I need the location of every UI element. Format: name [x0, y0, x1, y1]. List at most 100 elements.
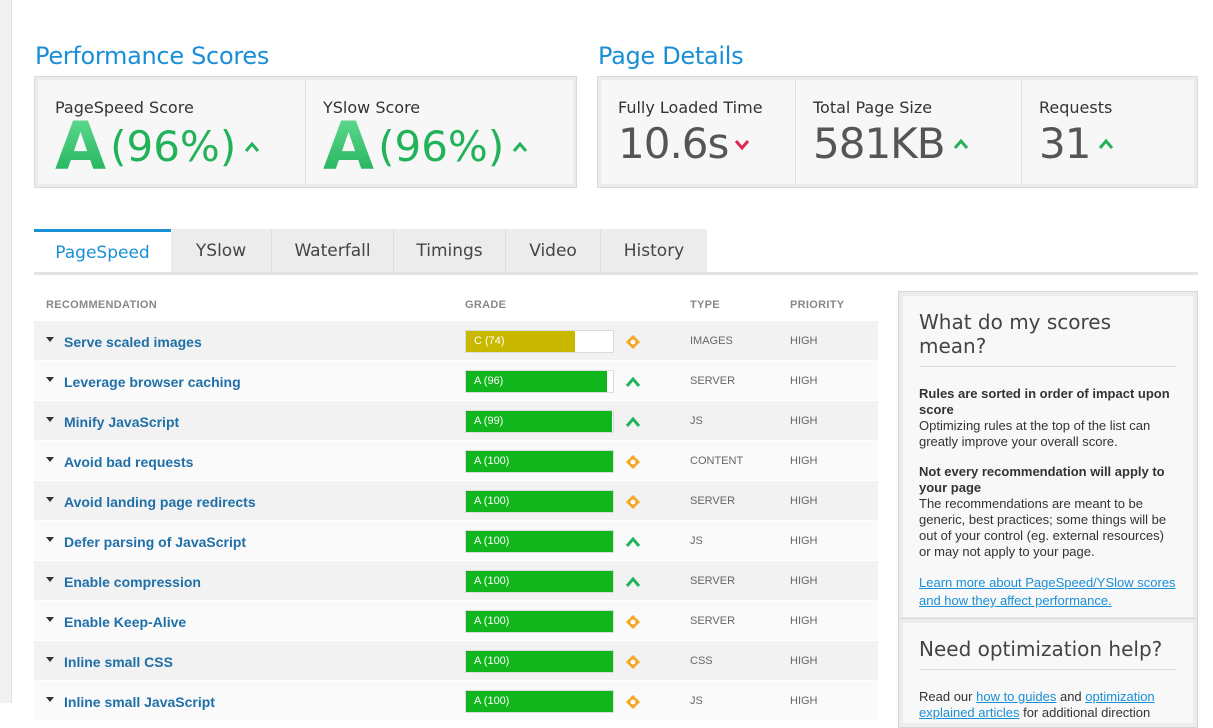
table-row[interactable]: Leverage browser caching A (96) SERVER HIGH — [34, 361, 878, 401]
grade-bar: A (99) — [465, 410, 614, 433]
optimization-help-text: Read our how to guides and optimization … — [919, 689, 1177, 721]
load-time-label: Fully Loaded Time — [618, 98, 763, 117]
recommendation-name[interactable]: Enable compression — [64, 574, 201, 590]
recommendation-priority: HIGH — [790, 575, 818, 587]
table-row[interactable]: Inline small CSS A (100) CSS HIGH — [34, 641, 878, 681]
trend-up-icon — [625, 376, 641, 387]
table-row[interactable]: Minify JavaScript A (99) JS HIGH — [34, 401, 878, 441]
trend-neutral-icon — [626, 495, 640, 509]
tabs-divider — [34, 272, 1198, 275]
recommendation-name[interactable]: Avoid bad requests — [64, 454, 193, 470]
recommendation-priority: HIGH — [790, 415, 818, 427]
grade-text: A (100) — [474, 655, 510, 667]
grade-bar: A (100) — [465, 490, 614, 513]
performance-scores-title: Performance Scores — [35, 42, 270, 70]
grade-text: A (100) — [474, 455, 510, 467]
recommendation-name[interactable]: Serve scaled images — [64, 334, 202, 350]
expand-caret-icon[interactable] — [46, 457, 54, 462]
grade-bar: A (96) — [465, 370, 614, 393]
recommendation-priority: HIGH — [790, 375, 818, 387]
grade-text: A (96) — [474, 375, 504, 387]
recommendation-priority: HIGH — [790, 695, 818, 707]
optimization-help-mid: and — [1059, 689, 1082, 704]
table-row[interactable]: Avoid bad requests A (100) CONTENT HIGH — [34, 441, 878, 481]
trend-up-icon — [625, 536, 641, 547]
tab-history[interactable]: History — [601, 229, 707, 273]
requests-cell: Requests 31 — [1022, 80, 1194, 184]
recommendation-type: SERVER — [690, 615, 736, 627]
expand-caret-icon[interactable] — [46, 617, 54, 622]
grade-bar: A (100) — [465, 690, 614, 713]
recommendation-type: JS — [690, 415, 703, 427]
table-row[interactable]: Avoid landing page redirects A (100) SERVE… — [34, 481, 878, 521]
page-details-panel: Fully Loaded Time 10.6s Total Page Size … — [597, 76, 1198, 188]
expand-caret-icon[interactable] — [46, 417, 54, 422]
expand-caret-icon[interactable] — [46, 497, 54, 502]
grade-text: A (99) — [474, 415, 504, 427]
grade-bar: A (100) — [465, 650, 614, 673]
recommendation-type: JS — [690, 695, 703, 707]
table-row[interactable]: Enable compression A (100) SERVER HIGH — [34, 561, 878, 601]
yslow-grade-letter: A — [323, 108, 375, 185]
recommendation-name[interactable]: Minify JavaScript — [64, 414, 179, 430]
header-recommendation: RECOMMENDATION — [46, 299, 157, 311]
recommendation-type: SERVER — [690, 375, 736, 387]
recommendation-type: CONTENT — [690, 455, 744, 467]
table-row[interactable]: Enable Keep-Alive A (100) SERVER HIGH — [34, 601, 878, 641]
tab-pagespeed[interactable]: PageSpeed — [34, 229, 171, 273]
recommendation-name[interactable]: Avoid landing page redirects — [64, 494, 256, 510]
performance-scores-panel: PageSpeed Score A (96%) YSlow Score A (9… — [34, 76, 577, 188]
trend-neutral-icon — [626, 335, 640, 349]
trend-up-icon — [953, 138, 968, 149]
tab-yslow[interactable]: YSlow — [171, 229, 272, 273]
recommendation-name[interactable]: Defer parsing of JavaScript — [64, 534, 246, 550]
recommendation-type: SERVER — [690, 575, 736, 587]
recommendation-name[interactable]: Inline small JavaScript — [64, 694, 215, 710]
tab-timings[interactable]: Timings — [394, 229, 506, 273]
tab-video[interactable]: Video — [506, 229, 601, 273]
expand-caret-icon[interactable] — [46, 697, 54, 702]
recommendation-priority: HIGH — [790, 655, 818, 667]
expand-caret-icon[interactable] — [46, 537, 54, 542]
how-to-guides-link[interactable]: how to guides — [976, 689, 1056, 704]
tab-waterfall[interactable]: Waterfall — [272, 229, 394, 273]
trend-up-icon — [245, 141, 260, 152]
recommendation-priority: HIGH — [790, 335, 818, 347]
recommendations-table-header: RECOMMENDATION GRADE TYPE PRIORITY — [34, 299, 878, 313]
recommendation-type: SERVER — [690, 495, 736, 507]
recommendation-type: JS — [690, 535, 703, 547]
recommendation-name[interactable]: Leverage browser caching — [64, 374, 241, 390]
trend-neutral-icon — [626, 655, 640, 669]
recommendations-table: Serve scaled images C (74) IMAGES HIGH Lever… — [34, 321, 878, 721]
table-row[interactable]: Inline small JavaScript A (100) JS HIGH — [34, 681, 878, 721]
header-type: TYPE — [690, 299, 720, 311]
grade-text: A (100) — [474, 615, 510, 627]
scores-help-paragraph-2: Not every recommendation will apply to y… — [919, 464, 1177, 560]
table-row[interactable]: Defer parsing of JavaScript A (100) JS HIGH — [34, 521, 878, 561]
grade-bar: C (74) — [465, 330, 614, 353]
page-size-value: 581KB — [813, 119, 946, 168]
requests-value: 31 — [1039, 119, 1091, 168]
load-time-cell: Fully Loaded Time 10.6s — [601, 80, 796, 184]
scores-help-paragraph-1: Rules are sorted in order of impact upon… — [919, 386, 1177, 450]
yslow-score-cell: YSlow Score A (96%) — [306, 80, 573, 184]
header-grade: GRADE — [465, 299, 507, 311]
scores-help-p1-heading: Rules are sorted in order of impact upon… — [919, 386, 1170, 417]
recommendation-name[interactable]: Inline small CSS — [64, 654, 173, 670]
scores-help-title: What do my scores mean? — [919, 310, 1177, 367]
expand-caret-icon[interactable] — [46, 577, 54, 582]
recommendation-name[interactable]: Enable Keep-Alive — [64, 614, 186, 630]
grade-bar: A (100) — [465, 530, 614, 553]
expand-caret-icon[interactable] — [46, 657, 54, 662]
header-priority: PRIORITY — [790, 299, 845, 311]
recommendation-priority: HIGH — [790, 535, 818, 547]
expand-caret-icon[interactable] — [46, 337, 54, 342]
trend-up-icon — [513, 141, 528, 152]
learn-more-link[interactable]: Learn more about PageSpeed/YSlow scores … — [919, 575, 1176, 608]
trend-neutral-icon — [626, 615, 640, 629]
trend-up-icon — [625, 576, 641, 587]
table-row[interactable]: Serve scaled images C (74) IMAGES HIGH — [34, 321, 878, 361]
trend-neutral-icon — [626, 695, 640, 709]
expand-caret-icon[interactable] — [46, 377, 54, 382]
recommendation-type: CSS — [690, 655, 713, 667]
